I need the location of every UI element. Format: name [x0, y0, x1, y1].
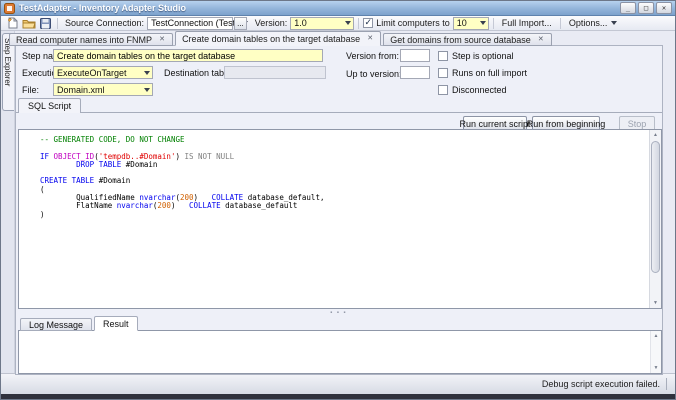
file-combo[interactable]: Domain.xml [53, 83, 153, 96]
title-bar: TestAdapter - Inventory Adapter Studio _… [1, 1, 675, 16]
disconnected-label: Disconnected [452, 85, 507, 95]
tab-create-domain-tables[interactable]: Create domain tables on the target datab… [175, 31, 381, 46]
execution-combo[interactable]: ExecuteOnTarget [53, 66, 153, 79]
limit-computers-checkbox[interactable] [363, 18, 373, 28]
close-button[interactable]: ✕ [656, 2, 672, 14]
status-bar: Debug script execution failed. [1, 373, 675, 394]
app-icon [4, 3, 15, 14]
main-toolbar: Source Connection: TestConnection (Test)… [1, 16, 675, 31]
open-folder-icon[interactable] [22, 18, 36, 29]
new-file-icon[interactable] [7, 17, 18, 29]
version-combo[interactable]: 1.0 [290, 17, 354, 30]
code-line: DROP TABLE #Domain [40, 161, 649, 169]
destination-table-input [224, 66, 326, 79]
file-label: File: [22, 84, 39, 97]
toolbar-separator [358, 18, 359, 29]
scroll-down-icon[interactable] [650, 298, 661, 308]
result-panel [18, 330, 662, 374]
step-optional-label: Step is optional [452, 51, 514, 61]
version-from-input[interactable] [400, 49, 430, 62]
source-connection-browse-button[interactable]: ... [234, 17, 247, 30]
minimize-button[interactable]: _ [620, 2, 636, 14]
tab-close-icon[interactable] [158, 36, 166, 44]
toolbar-separator [57, 18, 58, 29]
scrollbar-thumb[interactable] [651, 141, 660, 273]
tab-result[interactable]: Result [94, 316, 138, 331]
code-line: -- GENERATED CODE, DO NOT CHANGE [40, 136, 649, 144]
window-bottom-border [1, 394, 675, 399]
scroll-up-icon[interactable] [650, 130, 661, 140]
scroll-down-icon[interactable] [651, 363, 661, 373]
sql-script-panel: Run current script Run from beginning St… [16, 112, 662, 309]
source-connection-combo[interactable]: TestConnection (Test) [147, 17, 233, 30]
dock-strip: Step Explorer [1, 31, 15, 373]
save-icon[interactable] [40, 18, 51, 29]
step-tabstrip: Read computer names into FNMP Create dom… [9, 31, 554, 46]
disconnected-checkbox[interactable] [438, 85, 448, 95]
runs-full-import-checkbox[interactable] [438, 68, 448, 78]
window-title: TestAdapter - Inventory Adapter Studio [19, 3, 620, 13]
step-optional-checkbox-row: Step is optional [438, 50, 514, 62]
source-connection-label: Source Connection: [65, 18, 144, 28]
result-scrollbar[interactable] [650, 331, 661, 373]
sql-script-tab[interactable]: SQL Script [18, 98, 81, 113]
version-label: Version: [255, 18, 288, 28]
toolbar-separator [493, 18, 494, 29]
version-from-label: Version from: [346, 50, 399, 63]
editor-scrollbar[interactable] [649, 130, 661, 308]
runs-full-import-checkbox-row: Runs on full import [438, 67, 527, 79]
tab-close-icon[interactable] [537, 36, 545, 44]
tab-log-message[interactable]: Log Message [20, 318, 92, 331]
step-name-input[interactable] [53, 49, 323, 62]
limit-computers-combo[interactable]: 10 [453, 17, 489, 30]
sql-code[interactable]: -- GENERATED CODE, DO NOT CHANGE IF OBJE… [19, 130, 649, 308]
limit-computers-label: Limit computers to [376, 18, 450, 28]
statusbar-separator [666, 378, 667, 390]
tab-get-domains[interactable]: Get domains from source database [383, 33, 552, 46]
code-line: FlatName nvarchar(200) COLLATE database_… [40, 202, 649, 210]
sql-editor[interactable]: -- GENERATED CODE, DO NOT CHANGE IF OBJE… [18, 129, 662, 309]
options-button[interactable]: Options... [565, 18, 622, 28]
code-line: ) [40, 211, 649, 219]
tab-close-icon[interactable] [366, 35, 374, 43]
step-optional-checkbox[interactable] [438, 51, 448, 61]
step-page: Step name: Version from: Step is optiona… [15, 45, 663, 375]
code-line: CREATE TABLE #Domain [40, 177, 649, 185]
toolbar-separator [560, 18, 561, 29]
tab-read-computer-names[interactable]: Read computer names into FNMP [9, 33, 173, 46]
runs-full-import-label: Runs on full import [452, 68, 527, 78]
workspace: Step Explorer Read computer names into F… [1, 31, 675, 373]
full-import-button[interactable]: Full Import... [498, 18, 556, 28]
scroll-up-icon[interactable] [651, 331, 661, 341]
up-to-version-input[interactable] [400, 66, 430, 79]
output-tabstrip: Log Message Result [20, 316, 140, 331]
splitter-grip-icon[interactable] [16, 309, 662, 316]
maximize-button[interactable]: □ [638, 2, 654, 14]
code-line [40, 169, 649, 177]
status-message: Debug script execution failed. [542, 379, 660, 389]
disconnected-checkbox-row: Disconnected [438, 84, 507, 96]
app-window: TestAdapter - Inventory Adapter Studio _… [0, 0, 676, 400]
